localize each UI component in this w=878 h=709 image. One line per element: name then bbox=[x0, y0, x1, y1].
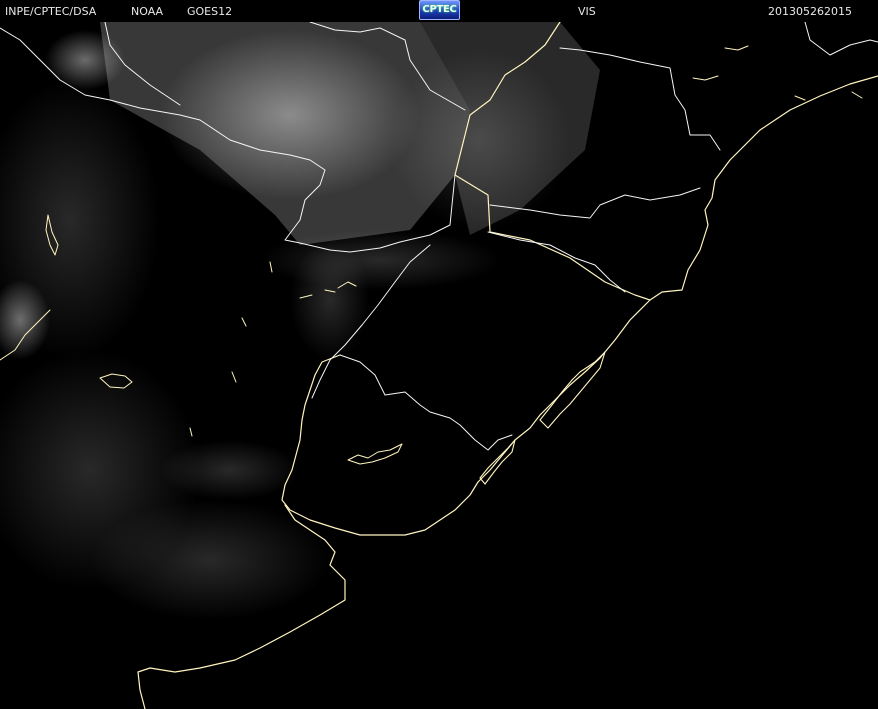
cptec-logo: CPTEC bbox=[419, 0, 460, 20]
satellite-map bbox=[0, 22, 878, 709]
satellite-image-viewer: INPE/CPTEC/DSA NOAA GOES12 CPTEC VIS 201… bbox=[0, 0, 878, 709]
logo-text: CPTEC bbox=[422, 4, 457, 15]
satellite-label: GOES12 bbox=[187, 5, 233, 18]
agency-label: INPE/CPTEC/DSA bbox=[5, 5, 97, 18]
timestamp-label: 201305262015 bbox=[768, 5, 852, 18]
image-header-bar: INPE/CPTEC/DSA NOAA GOES12 CPTEC VIS 201… bbox=[0, 0, 878, 22]
source-label: NOAA bbox=[131, 5, 164, 18]
channel-label: VIS bbox=[578, 5, 596, 18]
